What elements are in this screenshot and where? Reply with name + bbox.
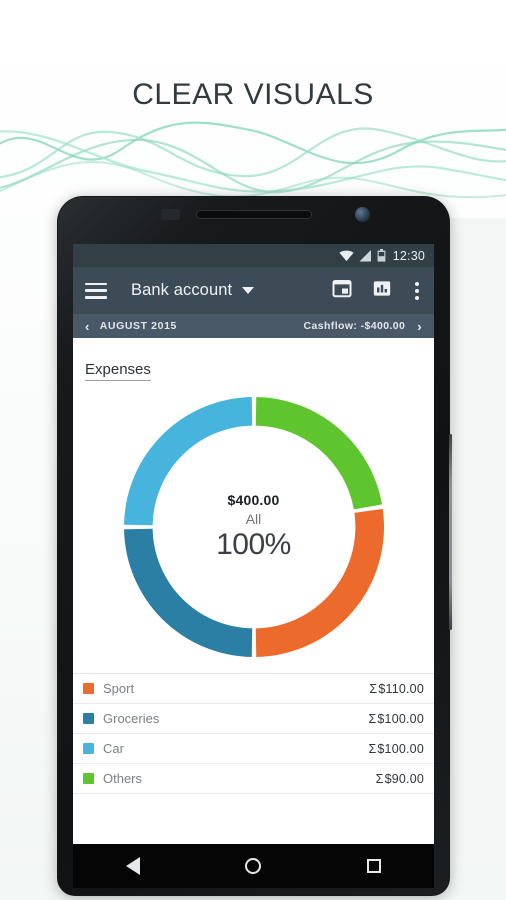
donut-chart-svg <box>123 397 384 657</box>
chevron-left-icon[interactable]: ‹ <box>81 320 94 333</box>
home-circle-icon <box>245 858 262 874</box>
legend-amount-value: $110.00 <box>378 681 424 696</box>
legend-category-label: Groceries <box>103 711 160 726</box>
chevron-right-icon[interactable]: › <box>413 320 426 333</box>
bar-chart-icon[interactable] <box>372 278 392 303</box>
phone-top-bezel <box>57 196 450 244</box>
sum-sigma-icon: Σ <box>375 771 384 786</box>
legend-amount-label: Σ$90.00 <box>376 772 424 786</box>
home-button[interactable] <box>223 844 283 888</box>
phone-screen: 12:30 Bank account ‹ AUGUST 2015 Cashflo… <box>73 244 434 844</box>
phone-mockup: 12:30 Bank account ‹ AUGUST 2015 Cashflo… <box>57 196 452 896</box>
legend-color-swatch <box>83 773 94 784</box>
proximity-sensor-icon <box>161 209 180 220</box>
legend-category-label: Car <box>103 741 124 756</box>
legend-amount-value: $90.00 <box>384 771 424 786</box>
more-vertical-icon[interactable] <box>412 280 422 302</box>
recents-square-icon <box>366 859 381 873</box>
app-bar: Bank account <box>73 267 434 314</box>
wifi-icon <box>339 250 354 262</box>
chevron-down-icon[interactable] <box>242 287 255 294</box>
main-content: Expenses $400.00 All 100% Sport Σ$110.00 G… <box>73 338 434 844</box>
sum-sigma-icon: Σ <box>368 711 377 726</box>
battery-icon <box>377 249 386 262</box>
legend-amount-value: $100.00 <box>377 741 424 756</box>
section-title-wrap: Expenses <box>73 338 434 381</box>
account-title[interactable]: Bank account <box>131 281 232 300</box>
app-bar-actions <box>332 278 422 303</box>
donut-segment-groceries[interactable] <box>123 528 252 657</box>
page-title: CLEAR VISUALS <box>132 78 374 111</box>
legend-category-label: Others <box>103 771 143 786</box>
section-title[interactable]: Expenses <box>85 349 151 381</box>
back-button[interactable] <box>103 844 163 888</box>
earpiece-speaker <box>195 210 312 219</box>
legend-row[interactable]: Car Σ$100.00 <box>73 734 434 764</box>
category-legend-list: Sport Σ$110.00 Groceries Σ$100.00 Car Σ$100.0… <box>73 673 434 794</box>
legend-row[interactable]: Sport Σ$110.00 <box>73 674 434 704</box>
donut-segment-sport[interactable] <box>255 508 384 657</box>
month-navigation-bar: ‹ AUGUST 2015 Cashflow: -$400.00 › <box>73 314 434 338</box>
legend-row[interactable]: Others Σ$90.00 <box>73 764 434 794</box>
legend-amount-label: Σ$100.00 <box>368 742 424 756</box>
legend-amount-label: Σ$100.00 <box>368 712 424 726</box>
front-camera-icon <box>355 207 370 222</box>
cell-signal-icon <box>359 249 372 262</box>
month-label: AUGUST 2015 <box>99 320 177 332</box>
back-triangle-icon <box>126 857 141 875</box>
hamburger-menu-icon[interactable] <box>85 282 107 299</box>
legend-row[interactable]: Groceries Σ$100.00 <box>73 704 434 734</box>
cashflow-label: Cashflow: -$400.00 <box>303 320 406 332</box>
legend-category-label: Sport <box>103 681 135 696</box>
sum-sigma-icon: Σ <box>368 741 377 756</box>
legend-color-swatch <box>83 683 94 694</box>
calendar-icon[interactable] <box>332 278 352 303</box>
legend-color-swatch <box>83 743 94 754</box>
status-time: 12:30 <box>392 248 425 263</box>
recents-button[interactable] <box>344 844 404 888</box>
legend-amount-value: $100.00 <box>377 711 424 726</box>
power-button[interactable] <box>449 434 452 630</box>
chart-area: $400.00 All 100% <box>73 381 434 673</box>
donut-segment-car[interactable] <box>123 397 252 526</box>
donut-segment-others[interactable] <box>255 397 382 510</box>
donut-chart[interactable]: $400.00 All 100% <box>116 389 392 665</box>
legend-amount-label: Σ$110.00 <box>369 682 424 696</box>
status-bar: 12:30 <box>73 244 434 267</box>
sum-sigma-icon: Σ <box>369 681 378 696</box>
legend-color-swatch <box>83 713 94 724</box>
android-navigation-bar <box>73 844 434 888</box>
